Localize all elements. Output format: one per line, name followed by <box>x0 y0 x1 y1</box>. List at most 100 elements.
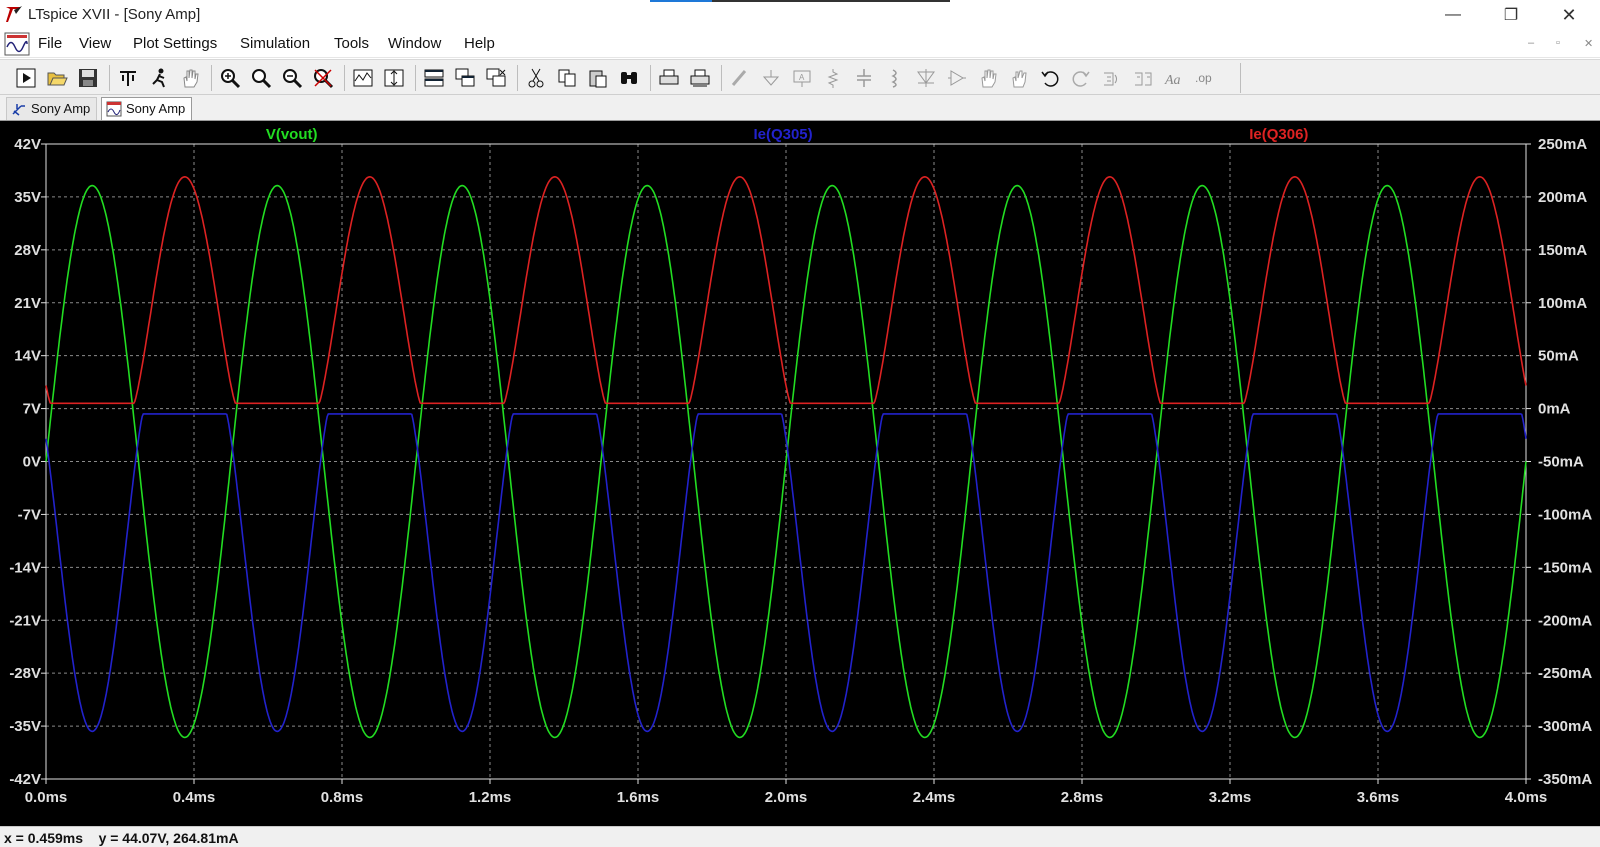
redo-icon[interactable] <box>1067 64 1095 92</box>
menu-window[interactable]: Window <box>388 35 441 52</box>
trace-label-ie-q305[interactable]: Ie(Q305) <box>753 126 812 143</box>
open-icon[interactable] <box>43 64 71 92</box>
zoom-cancel-icon[interactable] <box>309 64 337 92</box>
autorange-icon[interactable] <box>349 64 377 92</box>
find-icon[interactable] <box>615 64 643 92</box>
y-right-tick-label: -100mA <box>1538 506 1592 523</box>
undo-icon[interactable] <box>1036 64 1064 92</box>
autorange-y-icon[interactable] <box>380 64 408 92</box>
diode-icon[interactable] <box>912 64 940 92</box>
menu-bar: File View Plot Settings Simulation Tools… <box>0 30 1600 58</box>
cursor-readout: x = 0.459ms y = 44.07V, 264.81mA <box>4 830 239 846</box>
mdi-minimize-button[interactable]: – <box>1528 37 1534 49</box>
run-icon[interactable] <box>12 64 40 92</box>
tab-waveform[interactable]: Sony Amp <box>101 97 193 120</box>
close-all-icon[interactable] <box>482 64 510 92</box>
title-accent-blue <box>650 0 712 2</box>
x-tick-label: 0.0ms <box>25 789 68 806</box>
menu-tools[interactable]: Tools <box>334 35 369 52</box>
x-tick-label: 2.8ms <box>1061 789 1104 806</box>
y-left-tick-label: 14V <box>14 348 41 365</box>
schematic-icon <box>12 104 25 116</box>
y-left-tick-label: -7V <box>18 506 41 523</box>
y-right-tick-label: -150mA <box>1538 559 1592 576</box>
cascade-icon[interactable] <box>451 64 479 92</box>
mdi-restore-button[interactable]: ▫ <box>1556 37 1560 49</box>
y-right-tick-label: 200mA <box>1538 189 1587 206</box>
toolbar-separator <box>109 65 110 91</box>
svg-text:A: A <box>799 73 805 82</box>
waveform-chart[interactable]: 0.0ms 0.4ms 0.8ms 1.2ms 1.6ms 2.0ms 2.4ms 2.8ms… <box>0 121 1600 826</box>
zoom-in-icon[interactable] <box>216 64 244 92</box>
menu-file[interactable]: File <box>38 35 62 52</box>
inductor-icon[interactable] <box>881 64 909 92</box>
ground-icon[interactable] <box>757 64 785 92</box>
svg-text:Aa: Aa <box>1164 73 1181 88</box>
mirror-icon[interactable] <box>1129 64 1157 92</box>
label-icon[interactable]: A <box>788 64 816 92</box>
y-left-tick-label: -35V <box>9 718 41 735</box>
menu-simulation[interactable]: Simulation <box>240 35 310 52</box>
y-left-tick-label: -28V <box>9 665 41 682</box>
tab-label: Sony Amp <box>31 101 91 116</box>
trace-label-v-vout[interactable]: V(vout) <box>266 126 318 143</box>
menu-view[interactable]: View <box>79 35 111 52</box>
tile-horizontal-icon[interactable] <box>420 64 448 92</box>
y-right-tick-label: 250mA <box>1538 136 1587 153</box>
minimize-button[interactable]: — <box>1430 0 1476 30</box>
waveform-icon <box>106 101 122 117</box>
tick-labels: 0.0ms 0.4ms 0.8ms 1.2ms 1.6ms 2.0ms 2.4ms 2.8ms… <box>9 136 1592 806</box>
wire-icon[interactable] <box>726 64 754 92</box>
x-tick-label: 2.0ms <box>765 789 808 806</box>
spice-directive-icon[interactable]: .op <box>1191 64 1219 92</box>
waveform-doc-icon[interactable] <box>4 32 30 56</box>
y-right-tick-label: 100mA <box>1538 295 1587 312</box>
zoom-area-icon[interactable] <box>247 64 275 92</box>
status-bar: x = 0.459ms y = 44.07V, 264.81mA <box>0 826 1600 847</box>
zoom-out-icon[interactable] <box>278 64 306 92</box>
text-icon[interactable]: Aa <box>1160 64 1188 92</box>
y-right-tick-label: -50mA <box>1538 454 1584 471</box>
halt-icon[interactable] <box>145 64 173 92</box>
x-tick-label: 4.0ms <box>1505 789 1548 806</box>
title-bar: LTspice XVII - [Sony Amp] — ❐ ✕ <box>0 0 1600 30</box>
ltspice-window: LTspice XVII - [Sony Amp] — ❐ ✕ File Vie… <box>0 0 1600 847</box>
trace-label-ie-q306[interactable]: Ie(Q306) <box>1249 126 1308 143</box>
drag-icon[interactable] <box>1005 64 1033 92</box>
capacitor-icon[interactable] <box>850 64 878 92</box>
x-tick-label: 3.6ms <box>1357 789 1400 806</box>
print-preview-icon[interactable] <box>686 64 714 92</box>
save-icon[interactable] <box>74 64 102 92</box>
print-icon[interactable] <box>655 64 683 92</box>
resistor-icon[interactable] <box>819 64 847 92</box>
trace-labels[interactable]: V(vout) Ie(Q305) Ie(Q306) <box>266 126 1309 143</box>
menu-plot-settings[interactable]: Plot Settings <box>133 35 217 52</box>
y-left-tick-label: 28V <box>14 242 41 259</box>
y-right-tick-label: -350mA <box>1538 771 1592 788</box>
x-tick-label: 0.4ms <box>173 789 216 806</box>
x-tick-label: 2.4ms <box>913 789 956 806</box>
toolbar-group-file: A Aa .op <box>12 63 1222 93</box>
close-button[interactable]: ✕ <box>1546 0 1592 30</box>
x-tick-label: 1.6ms <box>617 789 660 806</box>
svg-text:.op: .op <box>1195 71 1212 85</box>
mdi-close-button[interactable]: ✕ <box>1584 37 1593 50</box>
waveform-plot[interactable]: 0.0ms 0.4ms 0.8ms 1.2ms 1.6ms 2.0ms 2.4ms 2.8ms… <box>0 121 1600 826</box>
maximize-button[interactable]: ❐ <box>1488 0 1534 30</box>
rotate-icon[interactable] <box>1098 64 1126 92</box>
move-icon[interactable] <box>974 64 1002 92</box>
y-right-tick-label: -300mA <box>1538 718 1592 735</box>
tab-label: Sony Amp <box>126 101 186 116</box>
y-left-tick-label: -14V <box>9 559 41 576</box>
tab-bar: Sony Amp Sony Amp <box>0 95 1600 121</box>
menu-help[interactable]: Help <box>464 35 495 52</box>
y-left-tick-label: 42V <box>14 136 41 153</box>
component-icon[interactable] <box>943 64 971 92</box>
pan-icon[interactable] <box>176 64 204 92</box>
cut-icon[interactable] <box>522 64 550 92</box>
control-panel-icon[interactable] <box>114 64 142 92</box>
copy-icon[interactable] <box>553 64 581 92</box>
paste-icon[interactable] <box>584 64 612 92</box>
tab-schematic[interactable]: Sony Amp <box>6 97 98 120</box>
y-right-tick-label: 0mA <box>1538 401 1571 418</box>
